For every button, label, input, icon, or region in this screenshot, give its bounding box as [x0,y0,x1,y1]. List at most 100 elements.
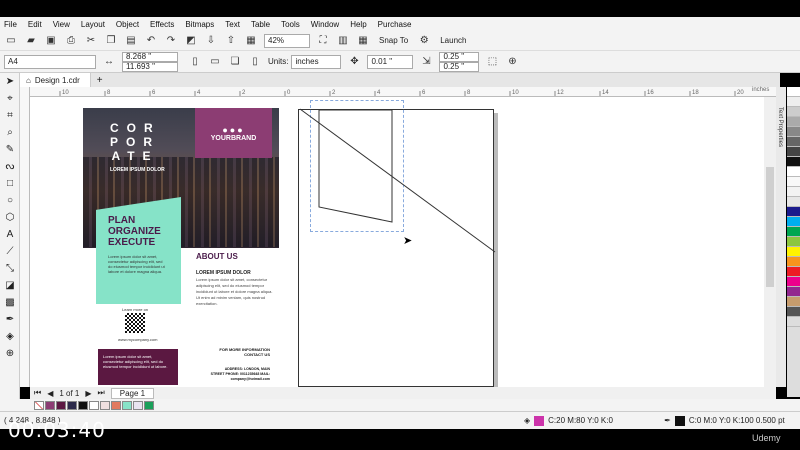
duplicate-x-input[interactable]: 0.25 " [439,51,480,62]
swatch-tan[interactable] [787,297,800,307]
menu-bitmaps[interactable]: Bitmaps [185,20,214,29]
menu-layout[interactable]: Layout [81,20,105,29]
bleed-icon[interactable]: ⬚ [485,55,499,69]
vertical-ruler[interactable] [20,87,30,387]
freehand-tool-icon[interactable]: ✎ [0,141,20,158]
open-folder-icon[interactable]: ▰ [24,34,38,48]
pick-tool-icon[interactable]: ➤ [0,73,20,90]
new-tab-icon[interactable]: + [97,75,103,86]
portrait-icon[interactable]: ▯ [188,55,202,69]
doc-swatch-black[interactable] [78,400,88,410]
swatch-gray-1[interactable] [787,97,800,107]
copy-icon[interactable]: ❐ [104,34,118,48]
doc-swatch-light[interactable] [100,400,110,410]
crop-tool-icon[interactable]: ⌗ [0,107,20,124]
drop-shadow-icon[interactable]: ◪ [0,277,20,294]
full-screen-icon[interactable]: ⛶ [316,34,330,48]
undo-icon[interactable]: ↶ [144,34,158,48]
swatch-black[interactable] [787,157,800,167]
drawing-canvas[interactable]: COR POR ATE LOREM IPSUM DOLOR ●●● YOURBR… [30,97,776,387]
print-icon[interactable]: ⎙ [64,34,78,48]
page-tab[interactable]: Page 1 [110,387,155,399]
menu-edit[interactable]: Edit [28,20,42,29]
doc-swatch-mint[interactable] [122,400,132,410]
publish-pdf-icon[interactable]: ▦ [244,34,258,48]
scroll-thumb[interactable] [766,167,774,287]
next-page-icon[interactable]: ▶ [85,389,91,398]
export-icon[interactable]: ⇧ [224,34,238,48]
menu-effects[interactable]: Effects [150,20,174,29]
swatch-light-gray[interactable] [787,317,800,327]
save-icon[interactable]: ▣ [44,34,58,48]
swatch-gray-2[interactable] [787,107,800,117]
doc-swatch-purple[interactable] [45,400,55,410]
prev-page-icon[interactable]: ◀ [47,389,53,398]
doc-swatch-none[interactable] [34,400,44,410]
fill-color-swatch[interactable] [534,415,545,426]
doc-swatch-green[interactable] [144,400,154,410]
zoom-level-select[interactable]: 42% [264,33,310,48]
rectangle-tool-icon[interactable]: □ [0,175,20,192]
menu-window[interactable]: Window [311,20,339,29]
page-size-select[interactable]: A4 [4,54,96,69]
add-icon[interactable]: ⊕ [505,55,519,69]
swatch-white-2[interactable] [787,167,800,177]
duplicate-y-input[interactable]: 0.25 " [439,61,480,72]
menu-purchase[interactable]: Purchase [378,20,412,29]
doc-swatch-dark-purple[interactable] [56,400,66,410]
parallel-dimension-icon[interactable]: ⟋ [0,243,20,260]
swatch-navy[interactable] [787,207,800,217]
swatch-white-4[interactable] [787,187,800,197]
menu-file[interactable]: File [4,20,17,29]
vertical-scrollbar[interactable] [764,97,776,387]
doc-swatch-navy[interactable] [67,400,77,410]
polygon-tool-icon[interactable]: ⬡ [0,209,20,226]
new-document-icon[interactable]: ▭ [4,34,18,48]
swatch-white[interactable] [787,87,800,97]
redo-icon[interactable]: ↷ [164,34,178,48]
import-icon[interactable]: ⇩ [204,34,218,48]
page-height-input[interactable]: 11.693 " [122,61,178,72]
swatch-orange[interactable] [787,257,800,267]
menu-text[interactable]: Text [225,20,240,29]
snap-to-dropdown[interactable]: Snap To [376,34,411,48]
outline-color-swatch[interactable] [674,415,685,426]
swatch-gray-5[interactable] [787,137,800,147]
swatch-green[interactable] [787,227,800,237]
swatch-red[interactable] [787,267,800,277]
connector-tool-icon[interactable]: ⤡ [0,260,20,277]
swatch-magenta[interactable] [787,277,800,287]
paste-icon[interactable]: ▤ [124,34,138,48]
units-select[interactable]: inches [291,54,342,69]
swatch-yellow[interactable] [787,247,800,257]
horizontal-ruler[interactable]: 10 8 6 4 2 0 2 4 6 8 10 12 14 16 18 20 [30,87,776,97]
eyedropper-icon[interactable]: ✒ [0,311,20,328]
swatch-light[interactable] [787,197,800,207]
menu-table[interactable]: Table [251,20,270,29]
doc-swatch-salmon[interactable] [111,400,121,410]
transparency-icon[interactable]: ▩ [0,294,20,311]
menu-tools[interactable]: Tools [281,20,300,29]
menu-view[interactable]: View [53,20,70,29]
interactive-fill-icon[interactable]: ◈ [0,328,20,345]
gear-icon[interactable]: ⚙ [417,34,431,48]
launch-dropdown[interactable]: Launch [437,34,469,48]
shape-tool-icon[interactable]: ⌖ [0,90,20,107]
menu-object[interactable]: Object [116,20,139,29]
swatch-purple[interactable] [787,287,800,297]
tab-design-1[interactable]: ⌂ Design 1.cdr [20,73,91,87]
rulers-icon[interactable]: ▥ [336,34,350,48]
menu-help[interactable]: Help [350,20,366,29]
text-tool-icon[interactable]: A [0,226,20,243]
all-pages-icon[interactable]: ❏ [228,55,242,69]
swatch-gray-3[interactable] [787,117,800,127]
last-page-icon[interactable]: ⏭ [98,388,105,398]
swatch-cyan[interactable] [787,217,800,227]
search-content-icon[interactable]: ◩ [184,34,198,48]
nudge-input[interactable]: 0.01 " [367,54,414,69]
swatch-gray-4[interactable] [787,127,800,137]
grid-icon[interactable]: ▦ [356,34,370,48]
first-page-icon[interactable]: ⏮ [34,388,41,398]
swatch-lime[interactable] [787,237,800,247]
cut-icon[interactable]: ✂ [84,34,98,48]
